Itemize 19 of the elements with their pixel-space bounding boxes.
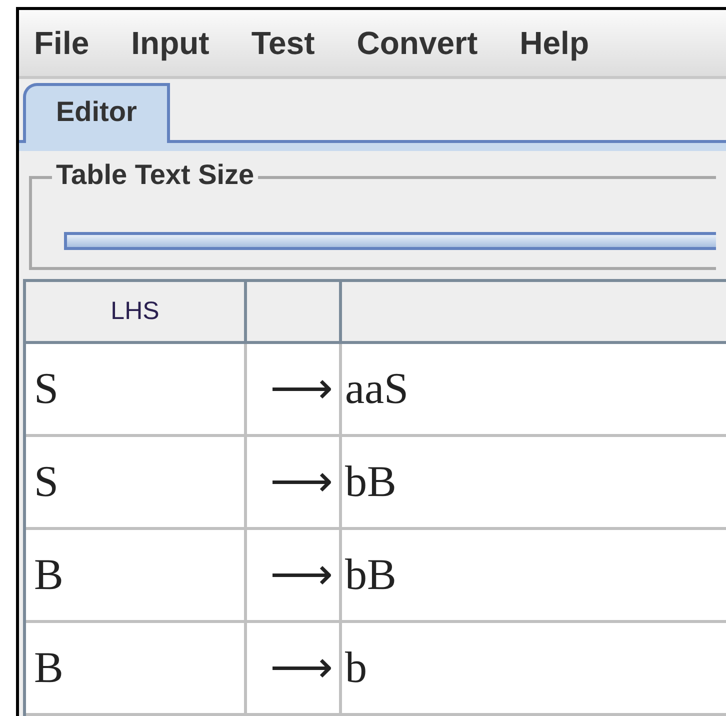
table-cell: B: [34, 553, 64, 597]
menu-item[interactable]: Input: [131, 18, 210, 67]
table-cell: aaS: [345, 367, 409, 411]
menu-item[interactable]: Convert: [356, 18, 478, 67]
table-cell: B: [34, 646, 64, 690]
table-cell: b: [345, 646, 367, 690]
table-cell: ⟶: [270, 460, 333, 504]
table-cell: ⟶: [270, 553, 333, 597]
menu-item[interactable]: File: [34, 18, 90, 67]
table-cell: S: [34, 460, 58, 504]
table-cell: ⟶: [270, 646, 333, 690]
tab[interactable]: Editor: [23, 83, 170, 144]
table-cell: ⟶: [270, 367, 333, 411]
table-cell: bB: [345, 460, 396, 504]
menu-item[interactable]: Help: [520, 18, 589, 67]
slider-track[interactable]: [64, 232, 716, 250]
table-cell: S: [34, 367, 58, 411]
menu-item[interactable]: Test: [251, 18, 315, 67]
table-cell: bB: [345, 553, 396, 597]
